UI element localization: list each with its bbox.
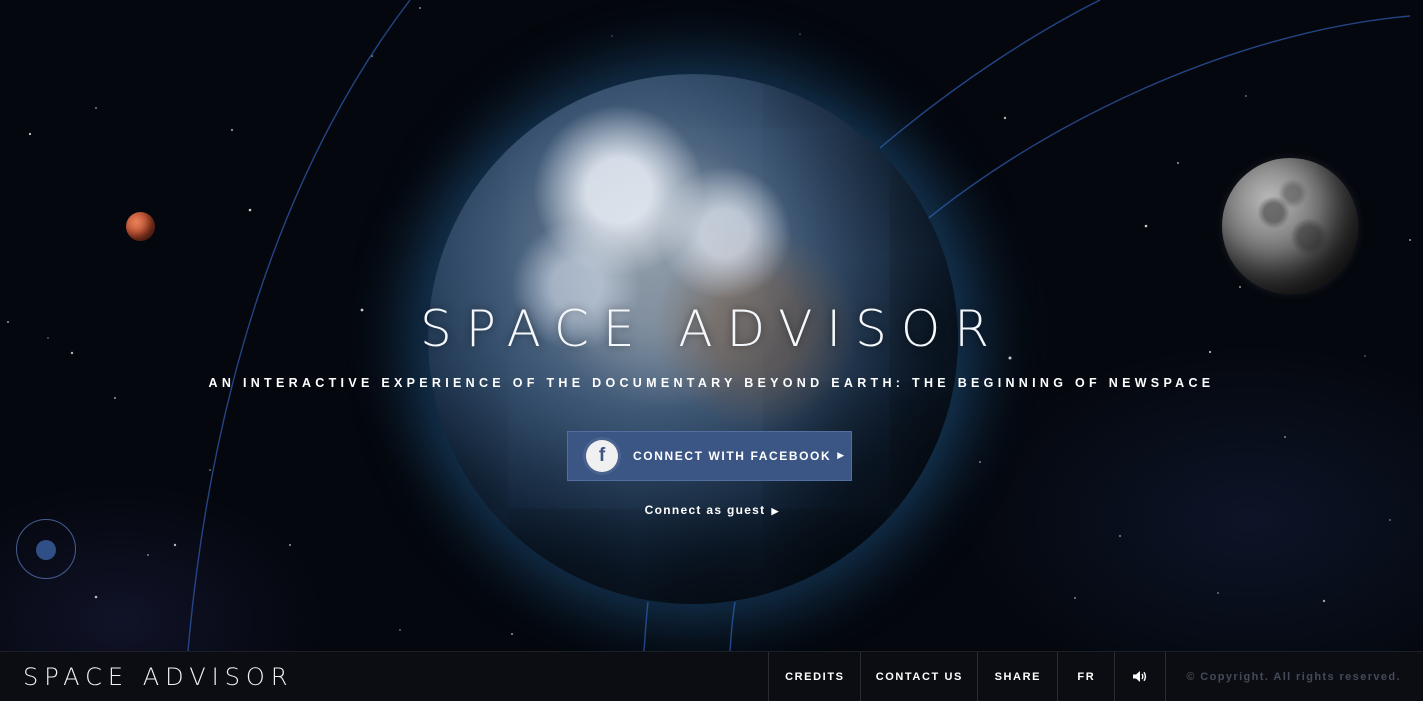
- footer-bar: SPACE ADVISOR CREDITS CONTACT US SHARE F…: [0, 651, 1423, 701]
- hero-tagline: AN INTERACTIVE EXPERIENCE OF THE DOCUMEN…: [208, 376, 1215, 390]
- connect-facebook-button[interactable]: f CONNECT WITH FACEBOOK ▶: [567, 431, 852, 481]
- hero-title: SPACE ADVISOR: [419, 300, 1004, 358]
- orbit-navigator-dot: [36, 540, 56, 560]
- credits-link[interactable]: CREDITS: [768, 652, 860, 701]
- connect-facebook-label: CONNECT WITH FACEBOOK: [633, 449, 832, 463]
- copyright-text: © Copyright. All rights reserved.: [1165, 652, 1423, 701]
- arrow-right-icon: ▶: [837, 451, 845, 461]
- facebook-icon: f: [586, 440, 618, 472]
- connect-as-guest-label: Connect as guest: [644, 503, 766, 517]
- speaker-volume-icon[interactable]: [1114, 652, 1165, 701]
- connect-as-guest-link[interactable]: Connect as guest ▶: [0, 503, 1423, 517]
- language-fr-link[interactable]: FR: [1057, 652, 1114, 701]
- moon[interactable]: [1222, 158, 1358, 294]
- space-scene: SPACE ADVISOR AN INTERACTIVE EXPERIENCE …: [0, 0, 1423, 651]
- mars-planet[interactable]: [126, 212, 155, 241]
- arrow-right-icon: ▶: [771, 506, 779, 516]
- footer-nav: CREDITS CONTACT US SHARE FR © Copyright.…: [768, 652, 1423, 701]
- footer-logo[interactable]: SPACE ADVISOR: [0, 652, 768, 701]
- sound-icon: [1133, 671, 1147, 682]
- share-link[interactable]: SHARE: [977, 652, 1057, 701]
- contact-us-link[interactable]: CONTACT US: [860, 652, 977, 701]
- orbit-navigator-icon[interactable]: [16, 519, 76, 579]
